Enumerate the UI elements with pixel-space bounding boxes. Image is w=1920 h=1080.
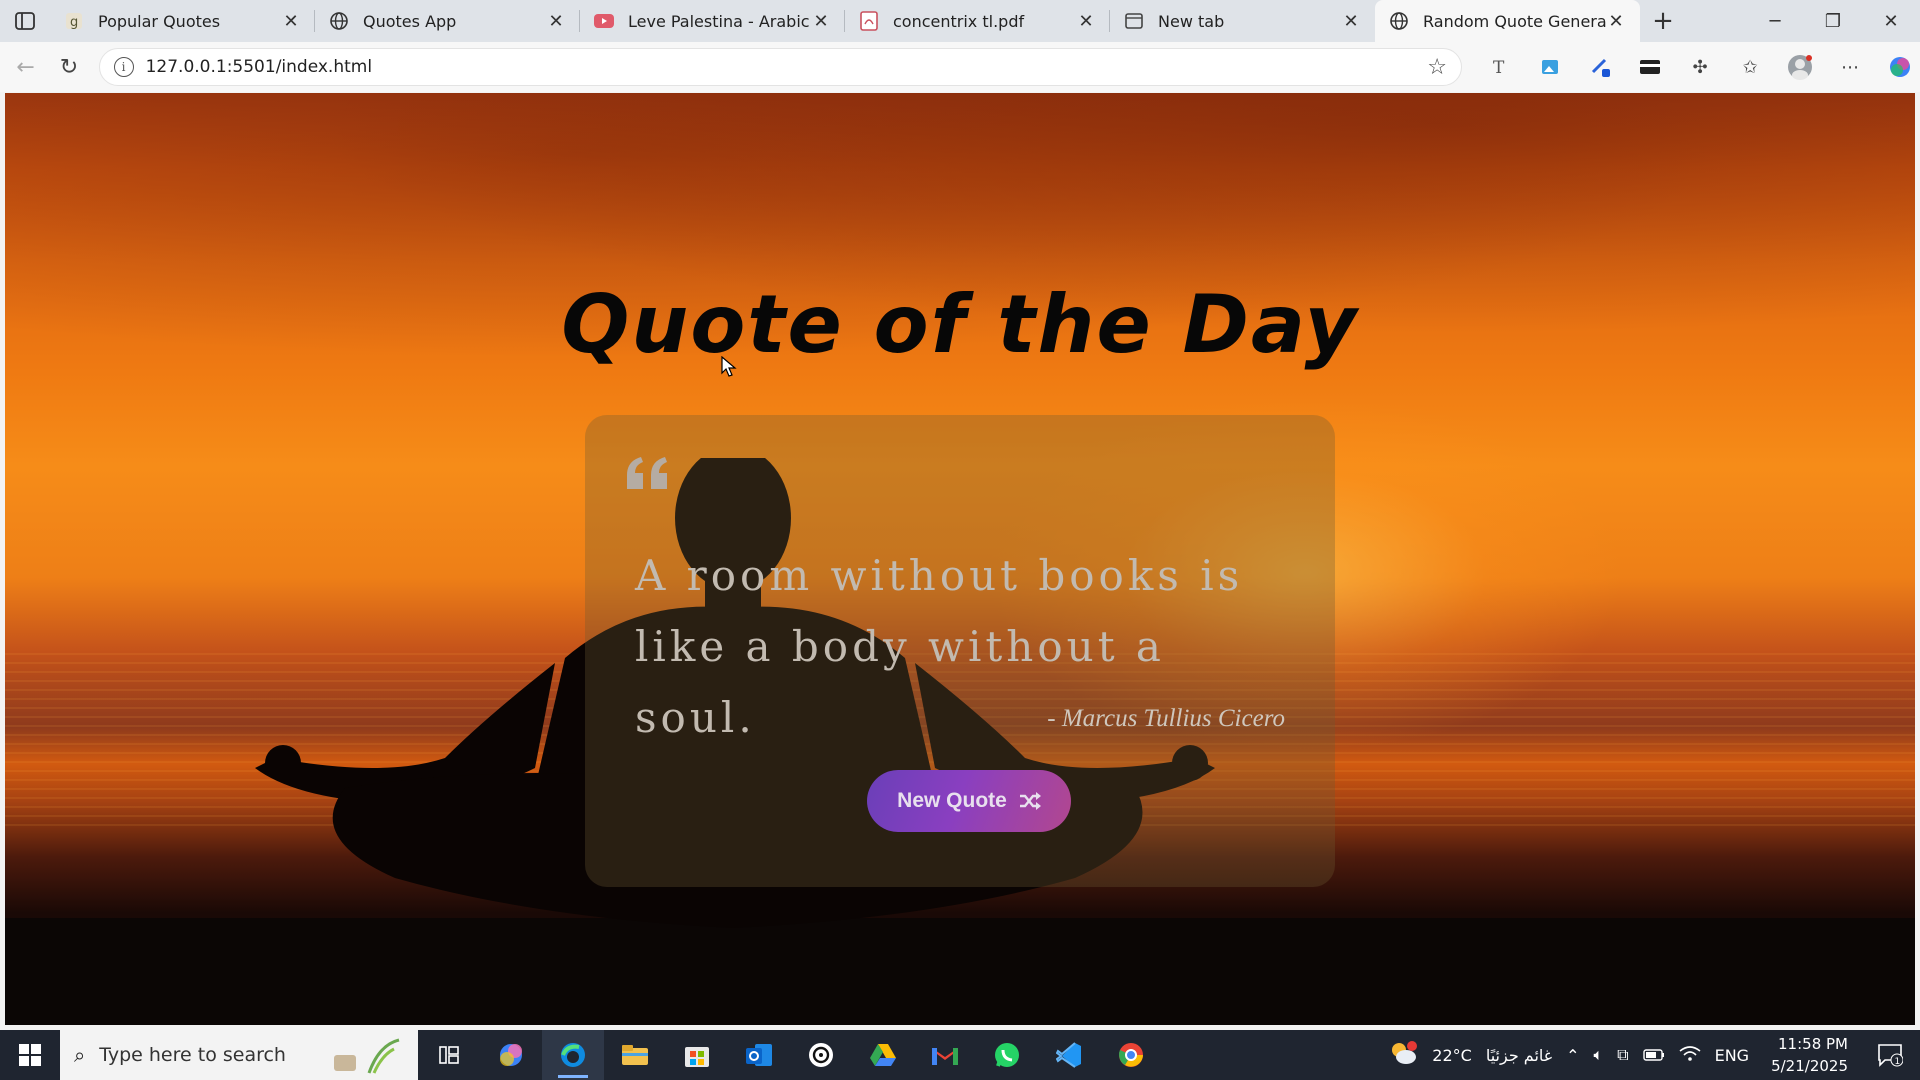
clock[interactable]: 11:58 PM 5/21/2025 bbox=[1763, 1033, 1856, 1077]
tab-random-quote-generator[interactable]: Random Quote Generator ✕ bbox=[1375, 0, 1640, 42]
tab-title: concentrix tl.pdf bbox=[893, 11, 1025, 31]
favorite-star-icon[interactable]: ☆ bbox=[1427, 55, 1447, 80]
profile-avatar-icon[interactable] bbox=[1780, 47, 1820, 87]
new-quote-button[interactable]: New Quote bbox=[867, 770, 1071, 832]
youtube-icon bbox=[594, 11, 614, 31]
system-tray: 22°C غائم جزئيًا ⌃ 🔈︎ ⧉ ENG 11:58 PM 5/2… bbox=[1388, 1033, 1920, 1077]
address-bar[interactable]: i 127.0.0.1:5501/index.html ☆ bbox=[98, 48, 1462, 86]
search-placeholder: Type here to search bbox=[99, 1044, 286, 1066]
language-indicator[interactable]: ENG bbox=[1715, 1046, 1749, 1065]
sidebar-icon bbox=[15, 12, 35, 30]
page-title: Quote of the Day bbox=[561, 278, 1359, 371]
task-view-icon[interactable] bbox=[418, 1030, 480, 1080]
more-options-icon[interactable]: ⋯ bbox=[1830, 47, 1870, 87]
close-window-icon[interactable]: ✕ bbox=[1862, 0, 1920, 42]
vscode-icon[interactable] bbox=[1038, 1030, 1100, 1080]
tab-title: Quotes App bbox=[363, 11, 457, 31]
windows-start-icon[interactable] bbox=[0, 1030, 60, 1080]
close-tab-icon[interactable]: ✕ bbox=[1341, 11, 1361, 32]
chrome-icon[interactable] bbox=[1100, 1030, 1162, 1080]
taskbar-search[interactable]: ⌕ Type here to search bbox=[60, 1030, 418, 1080]
volume-icon[interactable]: 🔈︎ bbox=[1594, 1045, 1604, 1065]
notifications-icon[interactable]: 1 bbox=[1870, 1035, 1910, 1075]
site-info-icon[interactable]: i bbox=[113, 57, 134, 77]
tab-popular-quotes[interactable]: g Popular Quotes ✕ bbox=[50, 0, 315, 42]
battery-icon[interactable] bbox=[1642, 1046, 1665, 1065]
close-tab-icon[interactable]: ✕ bbox=[1606, 11, 1626, 32]
weather-temperature[interactable]: 22°C bbox=[1432, 1046, 1472, 1065]
favorites-icon[interactable]: ✩ bbox=[1730, 47, 1770, 87]
read-aloud-icon[interactable]: T bbox=[1480, 47, 1520, 87]
notification-count: 1 bbox=[1895, 1057, 1901, 1067]
copilot-icon[interactable] bbox=[1880, 47, 1920, 87]
url-text[interactable]: 127.0.0.1:5501/index.html bbox=[146, 57, 1428, 77]
chatgpt-icon[interactable] bbox=[790, 1030, 852, 1080]
globe-icon bbox=[329, 11, 349, 31]
new-tab-button[interactable]: + bbox=[1640, 0, 1686, 42]
new-quote-label: New Quote bbox=[897, 789, 1007, 812]
quote-card: A room without books is like a body with… bbox=[585, 415, 1335, 887]
shuffle-icon bbox=[1019, 792, 1041, 810]
pen-extension-icon[interactable] bbox=[1580, 47, 1620, 87]
ground-shadow bbox=[5, 918, 1915, 1025]
wifi-icon[interactable] bbox=[1679, 1045, 1701, 1065]
show-hidden-icons-chevron-icon[interactable]: ⌃ bbox=[1566, 1046, 1579, 1065]
goodreads-icon: g bbox=[64, 11, 84, 31]
taskbar: ⌕ Type here to search 22°C غائم جزئيًا ⌃… bbox=[0, 1030, 1920, 1080]
close-tab-icon[interactable]: ✕ bbox=[281, 11, 301, 32]
svg-text:g: g bbox=[70, 15, 78, 30]
outlook-icon[interactable] bbox=[728, 1030, 790, 1080]
tab-quotes-app[interactable]: Quotes App ✕ bbox=[315, 0, 580, 42]
wallet-icon[interactable] bbox=[1630, 47, 1670, 87]
quote-author: - Marcus Tullius Cicero bbox=[1047, 705, 1285, 732]
mouse-cursor-icon bbox=[721, 356, 737, 377]
tab-new-tab[interactable]: New tab ✕ bbox=[1110, 0, 1375, 42]
tab-concentrix-pdf[interactable]: concentrix tl.pdf ✕ bbox=[845, 0, 1110, 42]
weather-icon[interactable] bbox=[1388, 1040, 1418, 1070]
tab-leve-palestina[interactable]: Leve Palestina - Arabic Trap M ✕ bbox=[580, 0, 845, 42]
close-tab-icon[interactable]: ✕ bbox=[811, 11, 831, 32]
minimize-icon[interactable]: ─ bbox=[1746, 0, 1804, 42]
extension-bar: T ✣ ✩ ⋯ bbox=[1480, 47, 1920, 87]
restore-icon[interactable]: ❐ bbox=[1804, 0, 1862, 42]
meet-now-icon[interactable]: ⧉ bbox=[1617, 1045, 1628, 1065]
pdf-icon bbox=[859, 11, 879, 31]
copilot-taskbar-icon[interactable] bbox=[480, 1030, 542, 1080]
extensions-puzzle-icon[interactable]: ✣ bbox=[1680, 47, 1720, 87]
clock-time: 11:58 PM bbox=[1778, 1035, 1848, 1053]
tab-actions-button[interactable] bbox=[0, 0, 50, 42]
newtab-icon bbox=[1124, 11, 1144, 31]
whatsapp-icon[interactable] bbox=[976, 1030, 1038, 1080]
close-tab-icon[interactable]: ✕ bbox=[546, 11, 566, 32]
svg-text:T: T bbox=[1493, 58, 1505, 76]
browser-toolbar: ← ↻ i 127.0.0.1:5501/index.html ☆ T ✣ ✩ … bbox=[0, 42, 1920, 92]
image-extension-icon[interactable] bbox=[1530, 47, 1570, 87]
edge-taskbar-icon[interactable] bbox=[542, 1030, 604, 1080]
tab-title: New tab bbox=[1158, 11, 1225, 31]
refresh-icon[interactable]: ↻ bbox=[47, 47, 90, 87]
tab-title: Leve Palestina - Arabic Trap M bbox=[628, 11, 811, 31]
weather-description[interactable]: غائم جزئيًا bbox=[1486, 1046, 1552, 1065]
clock-date: 5/21/2025 bbox=[1771, 1057, 1848, 1075]
tab-title: Popular Quotes bbox=[98, 11, 221, 31]
close-tab-icon[interactable]: ✕ bbox=[1076, 11, 1096, 32]
quote-open-icon bbox=[627, 457, 667, 489]
file-explorer-icon[interactable] bbox=[604, 1030, 666, 1080]
gmail-icon[interactable] bbox=[914, 1030, 976, 1080]
search-highlight-icon bbox=[334, 1038, 400, 1074]
google-drive-icon[interactable] bbox=[852, 1030, 914, 1080]
globe-icon bbox=[1389, 11, 1409, 31]
back-icon[interactable]: ← bbox=[4, 47, 47, 87]
tab-strip: g Popular Quotes ✕ Quotes App ✕ Leve Pal… bbox=[0, 0, 1920, 42]
tab-title: Random Quote Generator bbox=[1423, 11, 1606, 31]
microsoft-store-icon[interactable] bbox=[666, 1030, 728, 1080]
search-icon: ⌕ bbox=[74, 1043, 86, 1067]
window-controls: ─ ❐ ✕ bbox=[1746, 0, 1920, 42]
web-page: Quote of the Day A room without books is… bbox=[5, 93, 1915, 1025]
